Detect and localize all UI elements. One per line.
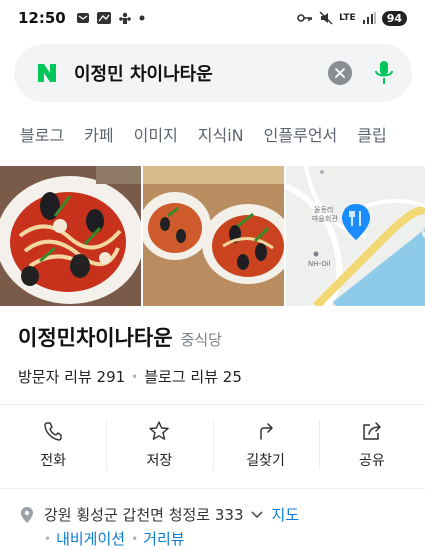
directions-button[interactable]: 길찾기	[212, 414, 319, 476]
address-text[interactable]: 강원 횡성군 갑천면 청정로 333	[44, 504, 244, 525]
street-view-link[interactable]: 거리뷰	[143, 528, 184, 549]
status-time: 12:50	[18, 9, 66, 27]
svg-text:마을회관: 마을회관	[312, 214, 338, 223]
key-icon	[297, 14, 313, 22]
address-row: 강원 횡성군 갑천면 청정로 333 지도	[20, 504, 299, 525]
food-photo-2[interactable]	[143, 166, 284, 306]
tab-image[interactable]: 이미지	[134, 122, 178, 146]
place-header: 이정민차이나타운 중식당	[18, 322, 222, 352]
search-bar[interactable]: 이정민 차이나타운	[14, 44, 412, 102]
chevron-down-icon[interactable]	[250, 510, 264, 520]
tab-influencer[interactable]: 인플루언서	[264, 122, 338, 146]
save-label: 저장	[146, 453, 173, 469]
microphone-icon	[375, 61, 393, 84]
share-icon	[361, 420, 383, 442]
visitor-reviews-link[interactable]: 방문자 리뷰 291	[18, 366, 125, 387]
search-tabs: 블로그 카페 이미지 지식iN 인플루언서 클립	[0, 114, 425, 154]
more-dot-icon	[139, 15, 145, 21]
close-icon	[335, 68, 345, 78]
notification-icons	[76, 12, 145, 24]
naver-logo-icon[interactable]	[34, 60, 60, 86]
address-sub-links: • 내비게이션 • 거리뷰	[44, 528, 185, 549]
navigation-link[interactable]: 내비게이션	[56, 528, 125, 549]
action-bar: 전화 저장 길찾기 공유	[0, 414, 425, 476]
call-button[interactable]: 전화	[0, 414, 106, 476]
clear-search-button[interactable]	[328, 61, 352, 85]
tab-clip[interactable]: 클립	[357, 122, 386, 146]
map-thumbnail[interactable]: 율동리 마을회관 NH-Oil 감자	[286, 166, 425, 306]
map-link[interactable]: 지도	[272, 504, 300, 525]
place-name[interactable]: 이정민차이나타운	[18, 322, 173, 352]
divider	[0, 488, 425, 489]
tab-cafe[interactable]: 카페	[84, 122, 113, 146]
directions-icon	[255, 420, 277, 442]
status-bar: 12:50 LTE 94	[0, 0, 425, 36]
divider	[0, 404, 425, 405]
place-category: 중식당	[180, 331, 222, 349]
network-type: LTE	[339, 13, 356, 23]
mute-icon	[319, 11, 333, 25]
phone-icon	[42, 420, 64, 442]
tab-blog[interactable]: 블로그	[20, 122, 64, 146]
signal-icon	[362, 12, 376, 24]
separator-dot: •	[131, 369, 139, 384]
battery-level: 94	[381, 10, 407, 26]
call-label: 전화	[40, 453, 66, 469]
message-icon	[76, 13, 89, 23]
star-icon	[148, 420, 170, 442]
search-input[interactable]: 이정민 차이나타운	[74, 60, 328, 86]
share-label: 공유	[358, 453, 385, 469]
tab-knowledge-in[interactable]: 지식iN	[198, 122, 244, 146]
food-photo-1[interactable]	[0, 166, 141, 306]
separator-dot: •	[44, 531, 52, 546]
app-notification-icon	[96, 12, 111, 24]
people-icon	[118, 12, 131, 24]
status-right: LTE 94	[297, 10, 407, 26]
review-counts: 방문자 리뷰 291 • 블로그 리뷰 25	[18, 366, 242, 387]
save-button[interactable]: 저장	[106, 414, 212, 476]
separator-dot: •	[131, 531, 139, 546]
photo-strip: 율동리 마을회관 NH-Oil 감자	[0, 166, 425, 306]
location-pin-icon	[21, 506, 33, 523]
blog-reviews-link[interactable]: 블로그 리뷰 25	[144, 366, 242, 387]
voice-search-button[interactable]	[370, 59, 398, 87]
map-label-gas-station: NH-Oil	[308, 260, 331, 268]
share-button[interactable]: 공유	[318, 414, 425, 476]
directions-label: 길찾기	[246, 453, 285, 469]
map-label-village-hall: 율동리	[314, 205, 333, 214]
